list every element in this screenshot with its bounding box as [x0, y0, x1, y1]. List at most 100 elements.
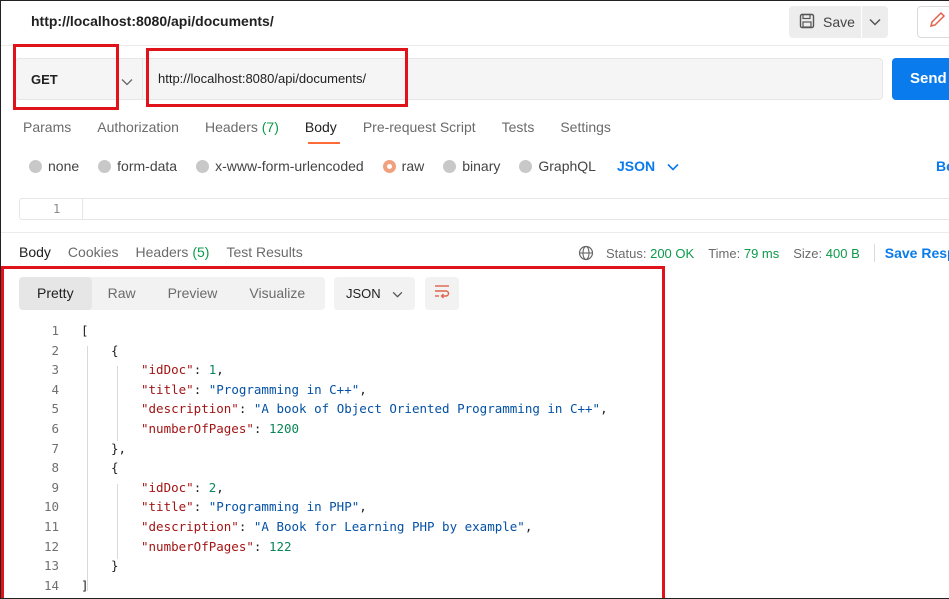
view-pretty[interactable]: Pretty: [19, 277, 92, 310]
line-number: 6: [51, 421, 59, 436]
line-number: 11: [43, 519, 59, 534]
method-value: GET: [31, 72, 58, 87]
time-label: Time:: [708, 245, 741, 261]
save-response-button[interactable]: Save Resp: [885, 245, 949, 261]
tab-tests[interactable]: Tests: [502, 119, 535, 135]
line-number: 1: [53, 202, 61, 216]
json-key: "title": [141, 499, 194, 515]
line-number: 13: [43, 558, 59, 574]
json-value: "A Book for Learning PHP by example": [253, 519, 525, 534]
line-number: 1: [51, 323, 59, 338]
response-size[interactable]: Size: 400 B: [793, 246, 860, 261]
line-number: 5: [51, 401, 59, 417]
divider: [1, 45, 949, 46]
gutter-divider: [82, 199, 83, 219]
tab-params[interactable]: Params: [23, 119, 71, 135]
url-value[interactable]: http://localhost:8080/api/documents/: [158, 71, 366, 86]
radio-dot: [196, 159, 210, 173]
tab-body[interactable]: Body: [305, 119, 337, 135]
tab-headers[interactable]: Headers (7): [205, 119, 279, 135]
line-number: 14: [43, 577, 59, 593]
edit-button[interactable]: [917, 6, 949, 38]
chevron-down-icon: [667, 158, 679, 174]
response-meta: Status: 200 OK Time: 79 ms Size: 400 B S…: [578, 244, 949, 262]
radio-x-www-form-urlencoded[interactable]: x-www-form-urlencoded: [196, 158, 364, 174]
code-text: {: [111, 460, 119, 476]
radio-label: none: [48, 158, 80, 174]
json-key: "numberOfPages": [141, 421, 254, 436]
radio-dot: [98, 159, 112, 173]
code-text: "title": "Programming in C++",: [141, 381, 367, 397]
wrap-lines-button[interactable]: [425, 277, 459, 310]
json-key: "description": [141, 401, 239, 417]
radio-form-data[interactable]: form-data: [98, 158, 177, 174]
request-tabs: Params Authorization Headers (7) Body Pr…: [23, 119, 637, 135]
json-value: 1200: [268, 421, 300, 436]
tab-pre-request-script[interactable]: Pre-request Script: [363, 119, 476, 135]
code-text: }: [111, 558, 119, 574]
code-text: "idDoc": 1,: [141, 362, 224, 378]
radio-dot-selected: [382, 159, 396, 173]
beautify-link[interactable]: Be: [936, 158, 949, 174]
tab-authorization[interactable]: Authorization: [97, 119, 179, 135]
json-key: "description": [141, 519, 239, 534]
line-number: 3: [51, 362, 59, 378]
tab-settings[interactable]: Settings: [560, 119, 611, 135]
send-button[interactable]: Send: [892, 58, 949, 100]
radio-label: form-data: [117, 158, 178, 174]
app-window: http://localhost:8080/api/documents/ Sav…: [0, 0, 949, 599]
radio-graphql[interactable]: GraphQL: [519, 158, 596, 174]
radio-raw[interactable]: raw: [382, 158, 424, 174]
request-title[interactable]: http://localhost:8080/api/documents/: [31, 13, 274, 29]
view-visualize[interactable]: Visualize: [233, 277, 321, 310]
size-label: Size:: [793, 245, 823, 261]
indent-guide: [117, 484, 118, 559]
json-value: "A book of Object Oriented Programming i…: [253, 401, 601, 417]
tab-test-results[interactable]: Test Results: [226, 244, 302, 260]
indent-guide: [117, 366, 118, 441]
json-key: "idDoc": [141, 362, 194, 378]
view-preview[interactable]: Preview: [152, 277, 234, 310]
body-format-value: JSON: [616, 158, 656, 174]
chevron-down-icon: [392, 286, 403, 301]
status-label: Status:: [606, 245, 647, 261]
response-time[interactable]: Time: 79 ms: [708, 246, 779, 261]
json-value: "Programming in PHP": [208, 499, 360, 515]
line-number: 10: [43, 499, 59, 515]
tab-cookies[interactable]: Cookies: [68, 244, 119, 260]
save-label: Save: [823, 14, 855, 30]
json-comma: ,: [216, 479, 224, 495]
wrap-lines-icon: [433, 283, 451, 304]
radio-label: GraphQL: [538, 158, 596, 174]
line-number: 12: [43, 538, 59, 554]
size-value: 400 B: [825, 245, 860, 261]
radio-dot: [29, 159, 42, 173]
time-value: 79 ms: [743, 245, 780, 261]
line-number: 4: [51, 381, 59, 397]
status[interactable]: Status: 200 OK: [606, 246, 694, 261]
tab-response-headers-label: Headers: [135, 244, 189, 260]
request-body-editor[interactable]: 1: [19, 198, 949, 220]
request-header: http://localhost:8080/api/documents/ Sav…: [1, 1, 949, 45]
view-raw[interactable]: Raw: [92, 277, 152, 310]
tab-response-body[interactable]: Body: [19, 244, 51, 260]
json-value: "Programming in C++": [208, 381, 360, 397]
radio-label: binary: [462, 158, 501, 174]
json-key: "numberOfPages": [141, 538, 254, 554]
radio-binary[interactable]: binary: [443, 158, 500, 174]
save-icon: [799, 13, 815, 32]
json-key: "title": [141, 381, 194, 397]
code-text: "description": "A book of Object Oriente…: [141, 401, 608, 417]
json-comma: ,: [359, 499, 367, 515]
globe-icon[interactable]: [578, 245, 594, 261]
body-format-select[interactable]: JSON: [617, 158, 679, 174]
response-format-select[interactable]: JSON: [334, 277, 415, 310]
json-comma: ,: [359, 381, 367, 397]
save-options-button[interactable]: [862, 6, 888, 38]
save-button[interactable]: Save: [789, 6, 861, 38]
chevron-down-icon[interactable]: [121, 73, 133, 91]
divider: [1, 232, 949, 233]
tab-response-headers[interactable]: Headers (5): [136, 244, 210, 260]
radio-none[interactable]: none: [29, 158, 79, 174]
code-text: "title": "Programming in PHP",: [141, 499, 367, 515]
